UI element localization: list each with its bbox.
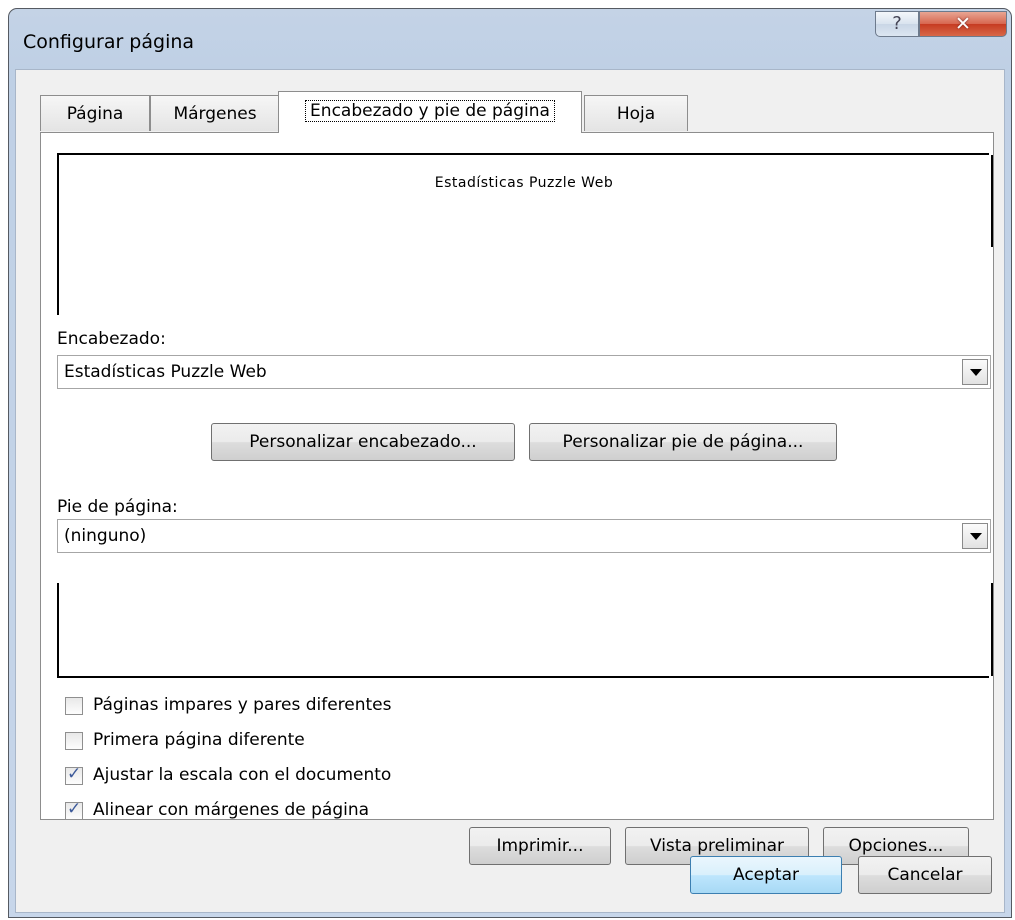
- checkbox[interactable]: [65, 732, 83, 750]
- help-button[interactable]: ?: [875, 11, 919, 37]
- header-preview: Estadísticas Puzzle Web: [57, 153, 993, 315]
- custom-header-button[interactable]: Personalizar encabezado...: [211, 423, 515, 461]
- tab-label: Encabezado y pie de página: [305, 100, 555, 122]
- ok-button[interactable]: Aceptar: [690, 856, 842, 894]
- checkbox-label: Primera página diferente: [93, 730, 305, 750]
- page-setup-dialog: Configurar página ? ✕ Página Márgenes En…: [8, 8, 1012, 918]
- header-select[interactable]: Estadísticas Puzzle Web: [57, 355, 991, 389]
- checkbox-label: Alinear con márgenes de página: [93, 800, 370, 820]
- footer-label: Pie de página:: [57, 497, 178, 517]
- footer-select[interactable]: (ninguno): [57, 519, 991, 553]
- tab-encabezado-pie[interactable]: Encabezado y pie de página: [278, 91, 582, 133]
- checkbox-checked[interactable]: [65, 764, 83, 785]
- checkbox[interactable]: [65, 697, 83, 715]
- tab-hoja[interactable]: Hoja: [584, 95, 688, 131]
- help-icon: ?: [892, 13, 902, 34]
- cancel-button[interactable]: Cancelar: [858, 856, 992, 894]
- tab-label: Márgenes: [173, 104, 257, 124]
- footer-preview: [57, 583, 993, 678]
- custom-footer-button[interactable]: Personalizar pie de página...: [529, 423, 837, 461]
- tab-margenes[interactable]: Márgenes: [150, 95, 280, 131]
- checkbox-label: Ajustar la escala con el documento: [93, 765, 392, 785]
- tab-panel: Estadísticas Puzzle Web Encabezado: Esta…: [40, 132, 994, 865]
- checkbox-checked[interactable]: [65, 799, 83, 820]
- header-preview-text: Estadísticas Puzzle Web: [434, 175, 614, 191]
- tab-label: Página: [66, 104, 124, 124]
- title-bar[interactable]: Configurar página ? ✕: [9, 9, 1011, 69]
- chevron-down-icon[interactable]: [962, 523, 988, 549]
- close-button[interactable]: ✕: [919, 11, 1007, 37]
- tab-pagina[interactable]: Página: [40, 95, 150, 131]
- tab-label: Hoja: [616, 104, 656, 124]
- header-select-value: Estadísticas Puzzle Web: [64, 362, 267, 382]
- print-button[interactable]: Imprimir...: [469, 827, 611, 865]
- footer-select-value: (ninguno): [64, 526, 147, 546]
- dialog-title: Configurar página: [23, 31, 195, 53]
- header-label: Encabezado:: [57, 329, 166, 349]
- chevron-down-icon[interactable]: [962, 359, 988, 385]
- checkbox-label: Páginas impares y pares diferentes: [93, 695, 392, 715]
- dialog-body: Página Márgenes Encabezado y pie de pági…: [15, 69, 1005, 913]
- close-icon: ✕: [955, 13, 971, 35]
